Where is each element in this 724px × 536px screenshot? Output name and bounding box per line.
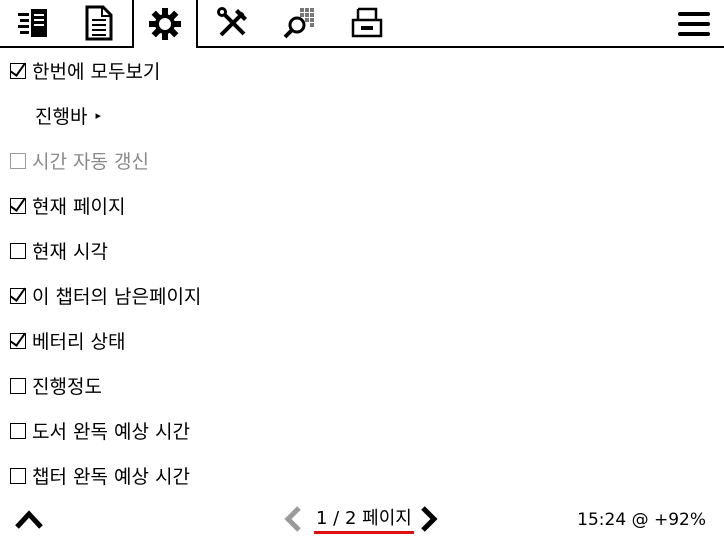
back-up-button[interactable] [14,508,44,530]
menu-item-label: 현재 시각 [32,241,108,263]
checkbox-unchecked [10,152,26,169]
checkbox-unchecked[interactable] [10,422,26,439]
checkbox-checked[interactable] [10,62,26,79]
time-battery-status: 15:24 @ +92% [577,510,706,530]
tab-book-list[interactable] [0,0,66,46]
menu-item-label: 이 챕터의 남은페이지 [32,286,202,308]
submenu-arrow-icon: ▸ [95,109,101,122]
checkbox-unchecked[interactable] [10,242,26,259]
checkbox-unchecked[interactable] [10,467,26,484]
menu-item-label: 진행바 [35,106,88,128]
menu-item-show-all[interactable]: 한번에 모두보기 [0,48,724,93]
hamburger-menu-icon [678,12,710,36]
menu-footer: 1 / 2 페이지 15:24 @ +92% [0,498,724,536]
next-page-button[interactable] [418,506,440,532]
menu-item-auto-refresh-time: 시간 자동 갱신 [0,138,724,183]
menu-item-progress-percent[interactable]: 진행정도 [0,363,724,408]
tab-tools[interactable] [200,0,266,46]
document-icon [85,5,113,41]
tools-icon [217,7,247,37]
top-toolbar [0,0,724,48]
menu-item-label: 베터리 상태 [32,331,126,353]
menu-item-progress-bar[interactable]: 진행바 ▸ [0,93,724,138]
search-grid-icon [283,8,314,39]
menu-item-label: 시간 자동 갱신 [32,151,149,173]
checkbox-unchecked[interactable] [10,377,26,394]
chevron-up-icon [15,510,43,529]
main-menu-button[interactable] [678,9,710,39]
menu-item-current-page[interactable]: 현재 페이지 [0,183,724,228]
status-bar-settings-menu: 한번에 모두보기 진행바 ▸ 시간 자동 갱신 현재 페이지 현재 시각 이 챕… [0,48,724,498]
menu-item-chapter-pages-left[interactable]: 이 챕터의 남은페이지 [0,273,724,318]
gear-icon [149,8,181,40]
page-indicator[interactable]: 1 / 2 페이지 [314,508,414,534]
menu-item-label: 현재 페이지 [32,196,126,218]
checkbox-checked[interactable] [10,287,26,304]
storage-box-icon [351,7,383,38]
menu-item-label: 한번에 모두보기 [32,61,161,83]
tab-settings[interactable] [132,0,198,48]
checkbox-checked[interactable] [10,197,26,214]
tab-search[interactable] [266,0,332,46]
menu-item-label: 진행정도 [32,376,102,398]
book-list-icon [18,9,47,37]
chevron-right-icon [421,506,438,532]
menu-item-label: 도서 완독 예상 시간 [32,421,190,443]
previous-page-button[interactable] [282,506,304,532]
tab-storage[interactable] [334,0,400,46]
menu-item-chapter-time-left[interactable]: 챕터 완독 예상 시간 [0,453,724,498]
tab-document[interactable] [66,0,132,46]
checkbox-checked[interactable] [10,332,26,349]
menu-item-current-time[interactable]: 현재 시각 [0,228,724,273]
menu-item-book-time-left[interactable]: 도서 완독 예상 시간 [0,408,724,453]
chevron-left-icon [284,506,301,532]
menu-item-battery-status[interactable]: 베터리 상태 [0,318,724,363]
menu-item-label: 챕터 완독 예상 시간 [32,466,190,488]
